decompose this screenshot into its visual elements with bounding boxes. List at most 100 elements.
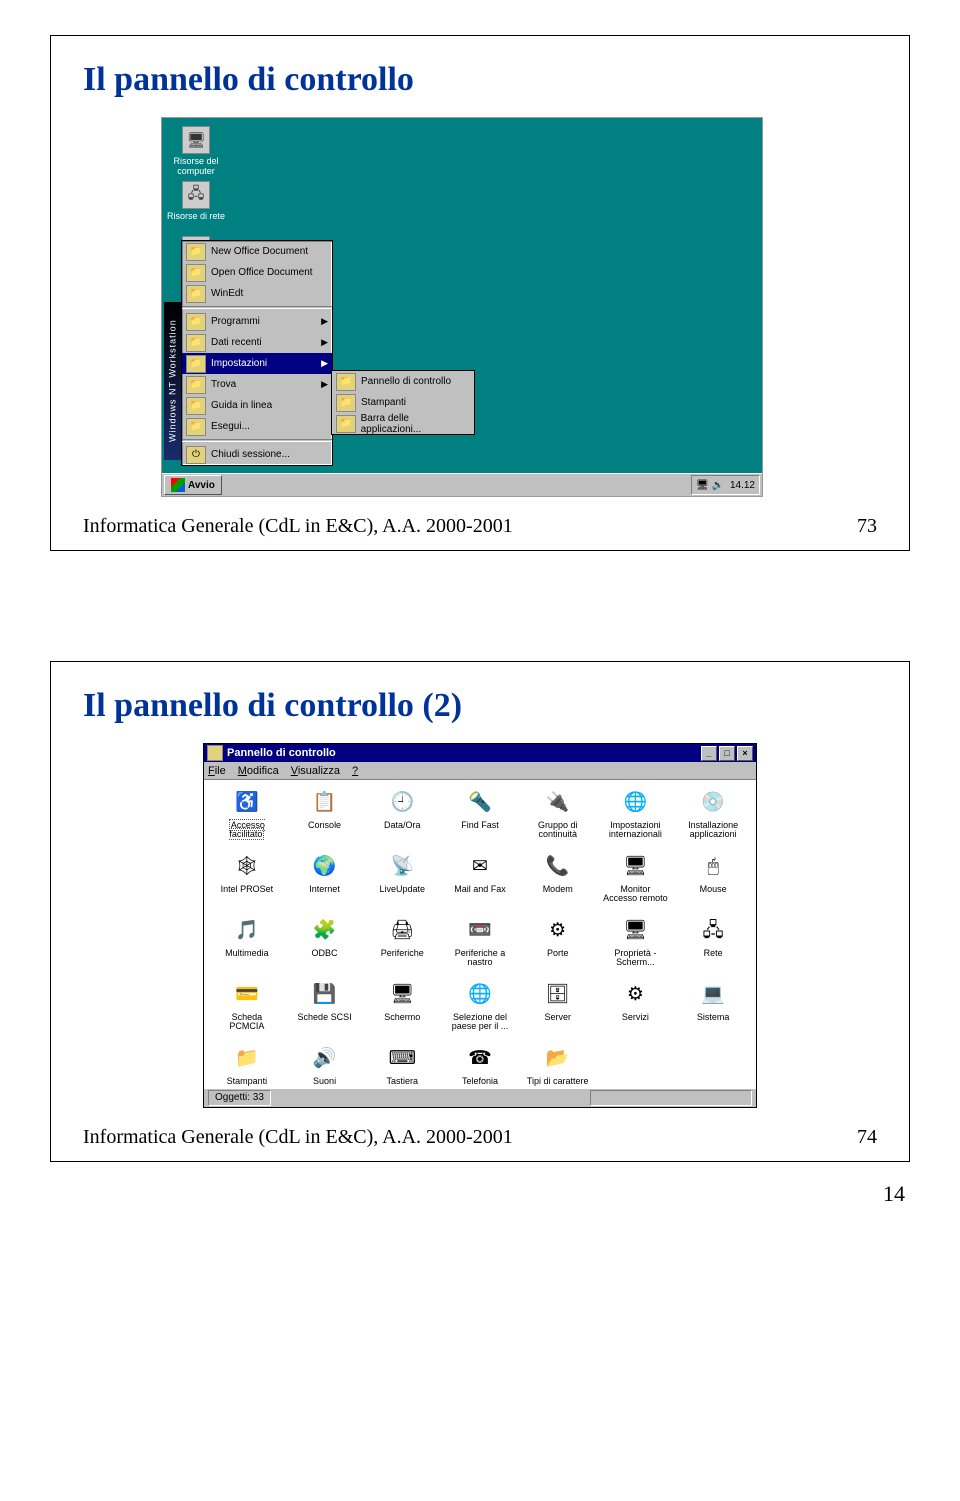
menu[interactable]: File [208, 765, 226, 777]
cp-item[interactable]: ☎Telefonia [441, 1044, 519, 1086]
maximize-button[interactable]: □ [719, 746, 735, 761]
menu-item[interactable]: 📁 WinEdt [182, 283, 332, 304]
cp-item[interactable]: 📂Tipi di carattere [519, 1044, 597, 1086]
menu-item[interactable]: 📁Impostazioni▶ [182, 353, 332, 374]
cp-icon: 🔊 [310, 1044, 340, 1074]
cp-item[interactable]: 🖨Periferiche [363, 916, 441, 968]
minimize-button[interactable]: _ [701, 746, 717, 761]
cp-item[interactable]: ♿Accessofacilitato [208, 788, 286, 840]
window-icon [207, 745, 223, 761]
submenu-arrow-icon: ▶ [321, 379, 328, 390]
window-title: Pannello di controllo [227, 747, 336, 759]
cp-icon: ⚙ [543, 916, 573, 946]
tray-icons: 🖥 🔊 [696, 480, 724, 491]
cp-label: MonitorAccesso remoto [597, 885, 675, 904]
cp-item[interactable]: 🔦Find Fast [441, 788, 519, 840]
cp-item[interactable]: 📁Stampanti [208, 1044, 286, 1086]
cp-item[interactable]: 🎵Multimedia [208, 916, 286, 968]
cp-item[interactable]: 🖧Rete [674, 916, 752, 968]
cp-item[interactable]: ⚙Porte [519, 916, 597, 968]
page-number: 14 [0, 1177, 960, 1217]
menu-item[interactable]: 📁Barra delle applicazioni... [332, 413, 474, 434]
menu-label: Dati recenti [211, 337, 262, 348]
menu-item[interactable]: 📁Dati recenti▶ [182, 332, 332, 353]
icon: 📁 [186, 285, 206, 303]
cp-item[interactable]: 🌐Selezione delpaese per il ... [441, 980, 519, 1032]
cp-label: Rete [674, 949, 752, 958]
cp-label: Tastiera [363, 1077, 441, 1086]
cp-icon: 🕘 [387, 788, 417, 818]
status-panel [590, 1090, 752, 1106]
menu-item[interactable]: 📁 Pannello di controllo [332, 371, 474, 392]
cp-item[interactable]: 🕸Intel PROSet [208, 852, 286, 904]
cp-item[interactable]: 🗄Server [519, 980, 597, 1032]
cp-item[interactable]: 💾Schede SCSI [286, 980, 364, 1032]
cp-item[interactable]: 🖥Proprietà -Scherm... [597, 916, 675, 968]
icon: 📁 [336, 373, 356, 391]
cp-label: Impostazioniinternazionali [597, 821, 675, 840]
icon-grid: ♿Accessofacilitato📋Console🕘Data/Ora🔦Find… [204, 780, 756, 1088]
menu-item[interactable]: 📁Guida in linea [182, 395, 332, 416]
menu-item[interactable]: 📁Stampanti [332, 392, 474, 413]
cp-item[interactable]: 🧩ODBC [286, 916, 364, 968]
cp-label: Installazioneapplicazioni [674, 821, 752, 840]
menu-item-shutdown[interactable]: ⏻ Chiudi sessione... [182, 444, 332, 465]
menu-label: Esegui... [211, 421, 250, 432]
cp-item[interactable]: 🖥MonitorAccesso remoto [597, 852, 675, 904]
cp-item[interactable]: 🖥Schermo [363, 980, 441, 1032]
titlebar: Pannello di controllo _ □ × [204, 744, 756, 762]
cp-item[interactable]: ✉Mail and Fax [441, 852, 519, 904]
cp-item[interactable]: 📞Modem [519, 852, 597, 904]
taskbar: Avvio 🖥 🔊 14.12 [162, 473, 762, 496]
icon: 📁 [186, 376, 206, 394]
icon: 📁 [186, 313, 206, 331]
icon: 📁 [336, 394, 356, 412]
cp-icon: 🖥 [387, 980, 417, 1010]
slide-title: Il pannello di controllo (2) [83, 687, 877, 725]
cp-label: Suoni [286, 1077, 364, 1086]
menu-label: WinEdt [211, 288, 243, 299]
menu-item[interactable]: 📁Programmi▶ [182, 311, 332, 332]
menu[interactable]: ? [352, 765, 358, 777]
menu[interactable]: Modifica [238, 765, 279, 777]
menu-item[interactable]: 📁Esegui... [182, 416, 332, 437]
cp-item[interactable]: 💻Sistema [674, 980, 752, 1032]
menu-item[interactable]: 📁Open Office Document [182, 262, 332, 283]
menu-item[interactable]: 📁New Office Document [182, 241, 332, 262]
cp-icon: 🧩 [310, 916, 340, 946]
icon: 📁 [186, 334, 206, 352]
start-button[interactable]: Avvio [164, 475, 222, 495]
cp-item[interactable]: 📋Console [286, 788, 364, 840]
icon: ⏻ [186, 446, 206, 464]
icon: 📁 [186, 264, 206, 282]
cp-label: Multimedia [208, 949, 286, 958]
cp-item[interactable]: 🔊 Suoni [286, 1044, 364, 1086]
cp-item[interactable]: 💿 Installazioneapplicazioni [674, 788, 752, 840]
icon: 🖧 [182, 181, 210, 209]
cp-item[interactable]: 💳SchedaPCMCIA [208, 980, 286, 1032]
cp-icon: 🖨 [387, 916, 417, 946]
cp-item[interactable]: ⚙Servizi [597, 980, 675, 1032]
cp-item[interactable]: 🔌Gruppo dicontinuità [519, 788, 597, 840]
menu[interactable]: Visualizza [291, 765, 340, 777]
close-button[interactable]: × [737, 746, 753, 761]
cp-item[interactable]: 📼Periferiche anastro [441, 916, 519, 968]
cp-item[interactable]: ⌨Tastiera [363, 1044, 441, 1086]
desktop-icon[interactable]: 🖥Risorse del computer [165, 126, 227, 176]
cp-item[interactable]: 🖱Mouse [674, 852, 752, 904]
settings-submenu: 📁 Pannello di controllo 📁Stampanti📁Barra d… [331, 370, 475, 435]
cp-label: Server [519, 1013, 597, 1022]
cp-label: Intel PROSet [208, 885, 286, 894]
menu-item[interactable]: 📁Trova▶ [182, 374, 332, 395]
cp-item[interactable]: 🌍Internet [286, 852, 364, 904]
menu-label: Pannello di controllo [361, 376, 451, 387]
cp-item[interactable]: 🌐Impostazioniinternazionali [597, 788, 675, 840]
cp-label: Periferiche anastro [441, 949, 519, 968]
desktop-icon[interactable]: 🖧Risorse di rete [165, 181, 227, 221]
icon: 📁 [186, 355, 206, 373]
cp-icon: 💿 [698, 788, 728, 818]
cp-item[interactable]: 📡LiveUpdate [363, 852, 441, 904]
cp-icon: ⚙ [620, 980, 650, 1010]
system-tray[interactable]: 🖥 🔊 14.12 [691, 475, 760, 495]
cp-item[interactable]: 🕘Data/Ora [363, 788, 441, 840]
